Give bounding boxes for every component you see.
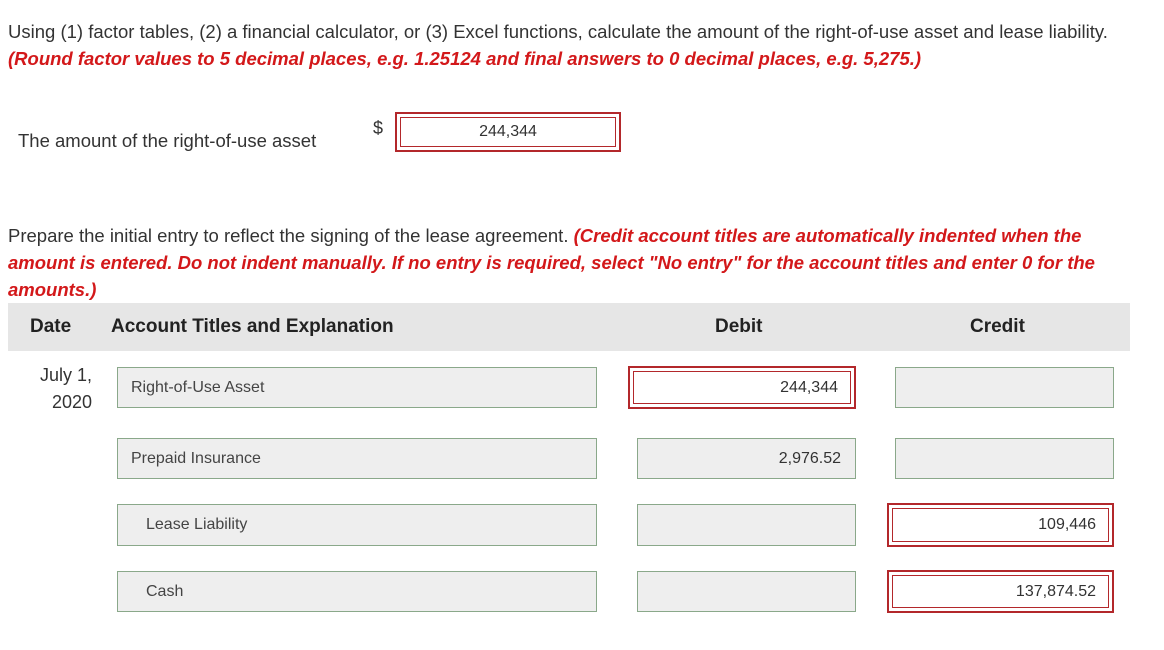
account-field-row3[interactable]: Lease Liability (117, 504, 597, 546)
account-field-row4[interactable]: Cash (117, 571, 597, 612)
debit-input-row2[interactable]: 2,976.52 (637, 438, 856, 479)
account-field-row2[interactable]: Prepaid Insurance (117, 438, 597, 479)
debit-input-row3[interactable] (637, 504, 856, 546)
asset-amount-value: 244,344 (400, 117, 616, 147)
header-account: Account Titles and Explanation (111, 316, 394, 337)
header-credit: Credit (970, 316, 1025, 337)
asset-amount-input[interactable]: 244,344 (395, 112, 621, 152)
header-debit: Debit (715, 316, 763, 337)
journal-prompt: Prepare the initial entry to reflect the… (8, 222, 1138, 303)
table-header: Date Account Titles and Explanation Debi… (8, 303, 1130, 351)
credit-input-row4[interactable]: 137,874.52 (887, 570, 1114, 613)
instructions-text: Using (1) factor tables, (2) a financial… (8, 21, 1108, 42)
currency-symbol: $ (373, 118, 384, 138)
debit-value-row1: 244,344 (633, 371, 851, 404)
entry-date: July 1, 2020 (32, 362, 92, 416)
credit-input-row3[interactable]: 109,446 (887, 503, 1114, 547)
credit-input-row2[interactable] (895, 438, 1114, 479)
asset-label: The amount of the right-of-use asset (18, 130, 317, 151)
debit-input-row4[interactable] (637, 571, 856, 612)
header-date: Date (30, 316, 72, 337)
rounding-note: (Round factor values to 5 decimal places… (8, 48, 922, 69)
credit-value-row3: 109,446 (892, 508, 1109, 542)
account-field-row1[interactable]: Right-of-Use Asset (117, 367, 597, 408)
journal-prompt-text: Prepare the initial entry to reflect the… (8, 225, 569, 246)
credit-input-row1[interactable] (895, 367, 1114, 408)
entry-date-line1: July 1, (39, 365, 92, 385)
entry-date-line2: 2020 (51, 392, 92, 412)
credit-value-row4: 137,874.52 (892, 575, 1109, 608)
instructions: Using (1) factor tables, (2) a financial… (8, 18, 1128, 72)
debit-input-row1[interactable]: 244,344 (628, 366, 856, 409)
